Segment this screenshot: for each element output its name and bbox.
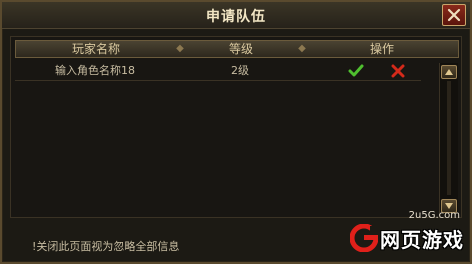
checkmark-icon — [348, 64, 364, 77]
cross-icon — [391, 64, 405, 78]
header-player-name: 玩家名称 — [71, 42, 120, 56]
scroll-up-button[interactable] — [441, 65, 457, 79]
header-action: 操作 — [369, 42, 394, 56]
header-divider: ◆ — [176, 43, 184, 54]
arrow-up-icon — [445, 69, 453, 75]
watermark-text: 网页游戏 — [380, 228, 464, 252]
accept-button[interactable] — [347, 63, 365, 79]
player-name-cell: 输入角色名称18 — [55, 64, 135, 77]
dialog-title: 申请队伍 — [206, 9, 266, 25]
list-scrollbar[interactable] — [439, 63, 458, 215]
table-row[interactable]: 输入角色名称18 2级 — [15, 62, 421, 81]
arrow-down-icon — [445, 203, 453, 209]
scroll-track[interactable] — [447, 81, 451, 195]
apply-team-dialog: 申请队伍 玩家名称 ◆ 等级 ◆ 操作 输入角色名称18 2级 !关闭此页面视为… — [0, 0, 472, 264]
applicant-list-panel: 玩家名称 ◆ 等级 ◆ 操作 输入角色名称18 2级 — [10, 36, 462, 218]
close-icon — [447, 8, 461, 22]
ignore-notice: !关闭此页面视为忽略全部信息 — [32, 240, 180, 253]
g-logo-icon — [350, 224, 378, 252]
watermark-site: 2u5G.com — [408, 210, 460, 221]
table-header: 玩家名称 ◆ 等级 ◆ 操作 — [15, 40, 459, 58]
header-level: 等级 — [228, 42, 253, 56]
level-cell: 2级 — [231, 64, 249, 77]
site-watermark: 2u5G.com 网页游戏 — [346, 210, 466, 260]
header-divider: ◆ — [298, 43, 306, 54]
title-bar: 申请队伍 — [2, 2, 470, 29]
reject-button[interactable] — [389, 63, 407, 79]
close-button[interactable] — [442, 4, 466, 26]
